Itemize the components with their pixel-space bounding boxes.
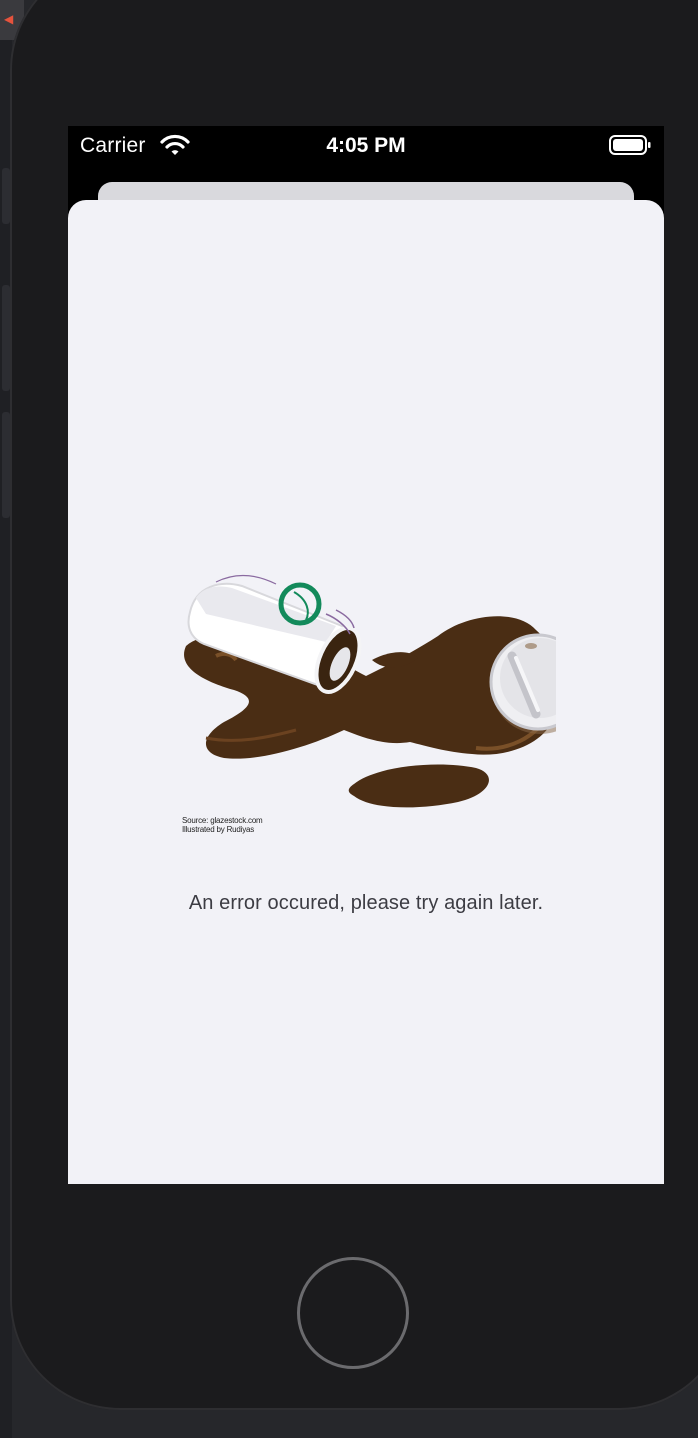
error-sheet[interactable]: Source: glazestock.com Illustrated by Ru… [68,200,664,1184]
spilled-coffee-illustration [184,574,556,808]
iphone-device-frame: Carrier 4:05 PM Source: glazestock.com I… [10,0,698,1410]
battery-icon [609,135,651,155]
error-message: An error occured, please try again later… [188,892,544,914]
status-bar: Carrier 4:05 PM [68,126,664,166]
editor-gutter-mark [2,168,10,224]
device-screen: Carrier 4:05 PM Source: glazestock.com I… [68,126,664,1184]
editor-gutter-mark [2,285,10,391]
illustration-credit: Source: glazestock.com Illustrated by Ru… [182,816,263,834]
credit-source: Source: glazestock.com [182,816,263,825]
home-button[interactable] [297,1257,409,1369]
credit-author: Illustrated by Rudiyas [182,825,255,834]
editor-gutter-mark [2,412,10,518]
status-time: 4:05 PM [326,134,406,157]
